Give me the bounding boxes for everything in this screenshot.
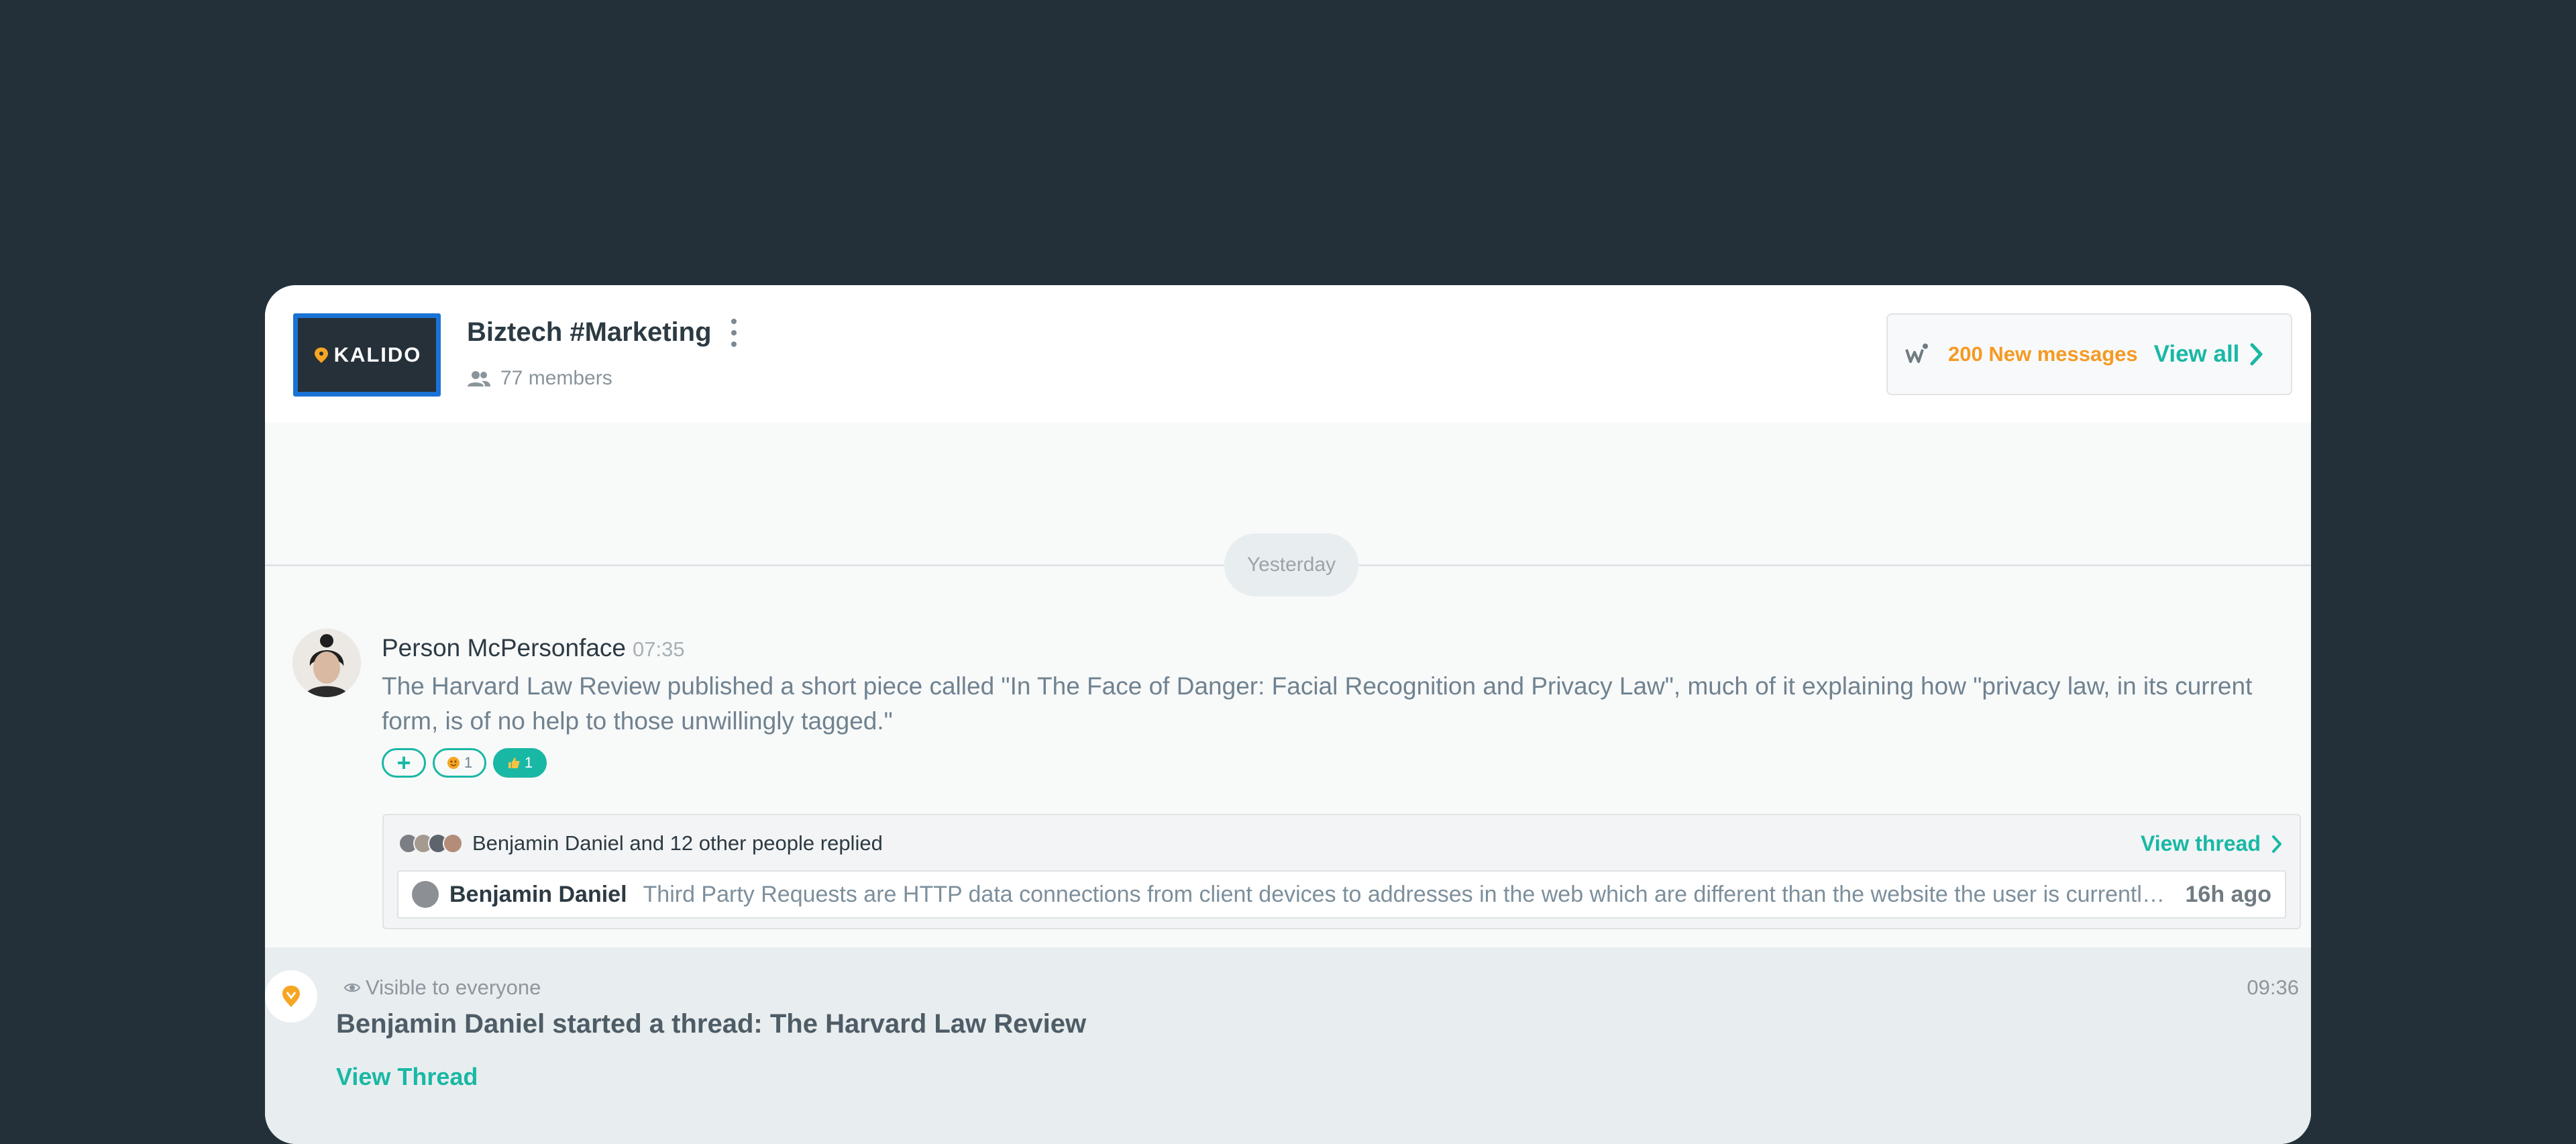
reply-text: Third Party Requests are HTTP data conne…	[643, 881, 2167, 907]
view-all-link[interactable]: View all	[2154, 341, 2240, 368]
person-avatar-icon	[292, 629, 361, 697]
avatar	[412, 881, 439, 908]
reaction-count: 1	[464, 754, 473, 771]
latest-reply[interactable]: Benjamin Daniel Third Party Requests are…	[397, 870, 2286, 919]
notice-title: Benjamin Daniel started a thread: The Ha…	[336, 1009, 1087, 1039]
kalido-logo[interactable]: KALIDO	[293, 313, 441, 397]
emoji-face-icon	[447, 757, 460, 769]
eye-icon	[344, 983, 360, 992]
message-author[interactable]: Person McPersonface 07:35	[382, 634, 685, 662]
author-name: Person McPersonface	[382, 634, 627, 662]
chevron-right-icon	[2272, 835, 2282, 853]
replier-avatars	[398, 833, 463, 853]
reaction-thumbs-up[interactable]: 1	[493, 748, 547, 778]
new-messages-icon	[1905, 344, 1928, 363]
kalido-mark-icon	[314, 348, 328, 363]
reaction-emoji-face[interactable]: 1	[433, 748, 486, 778]
reply-author: Benjamin Daniel	[449, 881, 627, 907]
view-thread-button[interactable]: View Thread	[336, 1063, 478, 1091]
logo-text: KALIDO	[333, 343, 422, 366]
thread-summary: Benjamin Daniel and 12 other people repl…	[398, 831, 883, 855]
avatar[interactable]	[292, 629, 361, 697]
members-label: 77 members	[500, 367, 612, 389]
kalido-bot-icon	[265, 970, 317, 1023]
thumbs-up-icon	[508, 758, 520, 768]
reaction-count: 1	[524, 754, 533, 771]
channel-header: KALIDO Biztech #Marketing 77 members 200…	[265, 285, 2311, 423]
chat-panel: KALIDO Biztech #Marketing 77 members 200…	[265, 285, 2311, 1144]
notice-time: 09:36	[2247, 976, 2299, 999]
message-time: 07:35	[633, 637, 685, 661]
channel-name: Biztech #Marketing	[467, 317, 712, 347]
thread-notice: Visible to everyone 09:36 Benjamin Danie…	[265, 947, 2311, 1144]
member-count[interactable]: 77 members	[467, 367, 612, 390]
thread-summary-text: Benjamin Daniel and 12 other people repl…	[472, 831, 883, 855]
visibility-label: Visible to everyone	[344, 976, 541, 1000]
view-thread-link[interactable]: View thread	[2141, 831, 2282, 856]
new-messages-banner[interactable]: 200 New messages View all	[1886, 313, 2292, 395]
thread-preview[interactable]: Benjamin Daniel and 12 other people repl…	[382, 814, 2301, 929]
date-divider: Yesterday	[1224, 533, 1358, 596]
add-reaction-button[interactable]: +	[382, 748, 426, 778]
more-options-icon[interactable]	[729, 319, 739, 347]
reactions: + 1 1	[382, 748, 547, 778]
people-icon	[468, 371, 490, 386]
chevron-right-icon[interactable]	[2250, 343, 2263, 366]
visibility-text: Visible to everyone	[366, 976, 541, 999]
view-thread-label: View thread	[2140, 831, 2261, 855]
reply-time: 16h ago	[2185, 881, 2271, 907]
new-messages-count: 200 New messages	[1948, 342, 2138, 366]
message-text: The Harvard Law Review published a short…	[382, 672, 2253, 735]
